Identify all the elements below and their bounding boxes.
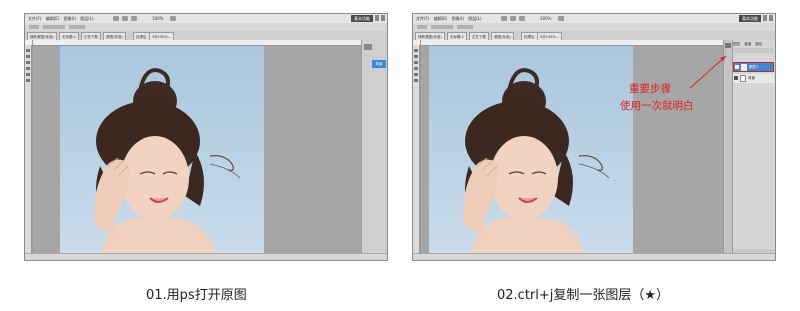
- caption-step-1: 01.用ps打开原图: [146, 288, 247, 303]
- annotation-arrow: [689, 55, 727, 89]
- caption-step-2: 02.ctrl+j复制一张图层（★）: [497, 288, 670, 303]
- annotation-line-2: 使用一次就明白: [620, 100, 694, 112]
- annotation-line-1: 重要步骤: [629, 83, 671, 95]
